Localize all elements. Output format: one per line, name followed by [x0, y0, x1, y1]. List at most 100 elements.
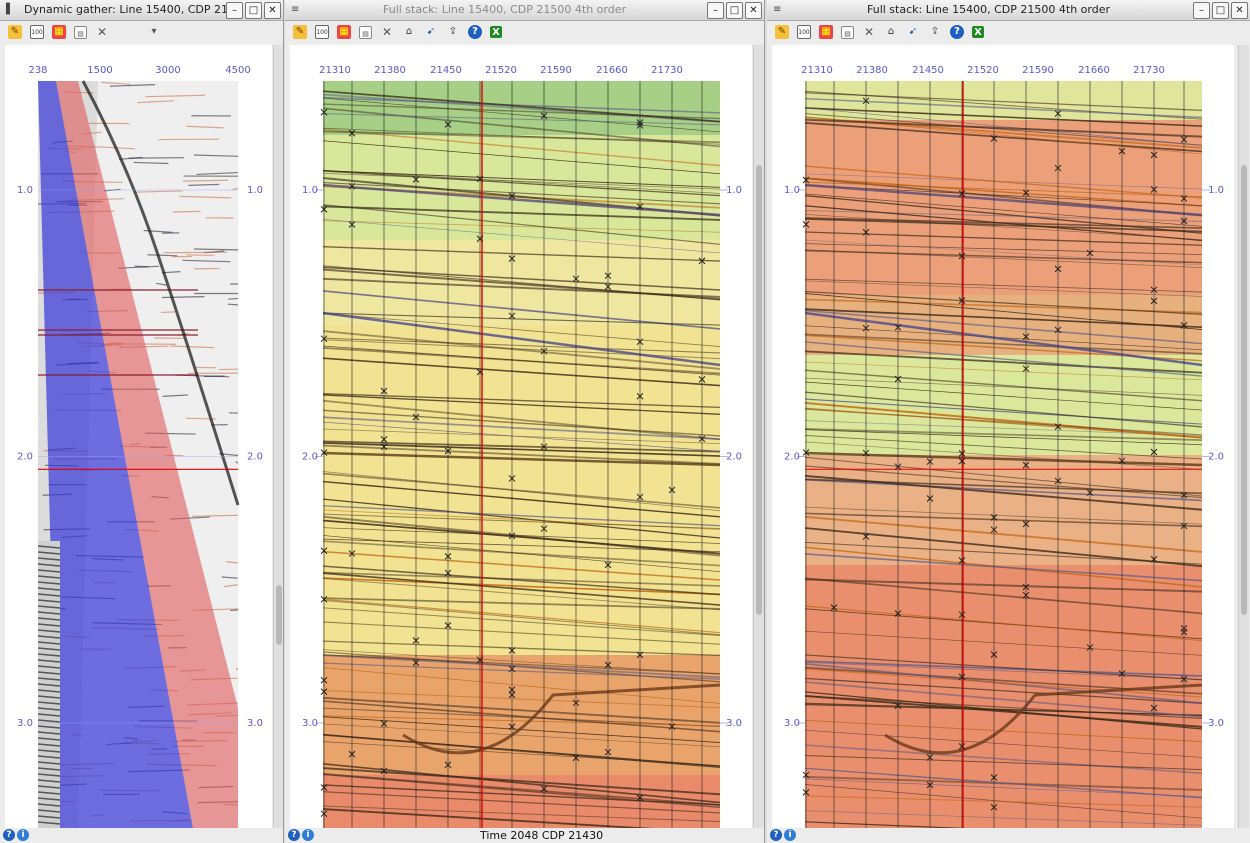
time-label-right: 2.0 — [1208, 452, 1224, 463]
cdp-label: 21590 — [540, 65, 572, 76]
help-icon[interactable]: ? — [3, 829, 15, 841]
gather-window-title: Dynamic gather: Line 15400, CDP 21500 — [24, 3, 227, 16]
time-label-left: 3.0 — [302, 718, 318, 729]
gather-time-label-right: 1.0 — [247, 185, 263, 196]
gather-canvas[interactable]: 1.0 1.0 2.0 2.0 3.0 3.0 238 1500 3000 4500 — [5, 45, 272, 828]
cdp-label: 21520 — [967, 65, 999, 76]
highlighter-icon[interactable]: ✎ — [293, 25, 307, 39]
cdp-label: 21730 — [1133, 65, 1165, 76]
cdp-label: 21310 — [319, 65, 351, 76]
gather-toolbar: ✎ 100 ▦ ▤ ✕ ▾ — [0, 21, 283, 43]
gather-statusbar: ? i — [0, 828, 283, 843]
maximize-button[interactable]: □ — [245, 2, 262, 19]
pick-icon[interactable]: ➹ — [424, 25, 438, 39]
time-label-right: 2.0 — [726, 452, 742, 463]
cdp-label: 21380 — [856, 65, 888, 76]
stack-left-toolbar: ✎ 100 ▦ ▤ ✕ ⌂ ➹ ⇪ ? X — [285, 21, 764, 43]
home-icon[interactable]: ⌂ — [884, 25, 898, 39]
time-label-left: 2.0 — [784, 452, 800, 463]
stack-left-scrollbar[interactable] — [753, 45, 764, 828]
stack-left-canvas[interactable]: 1.0 1.0 2.0 2.0 3.0 3.0 21310 21380 21450 21520 21… — [290, 45, 752, 834]
gather-scrollbar[interactable] — [273, 45, 283, 828]
time-label-left: 3.0 — [784, 718, 800, 729]
close-button[interactable]: ✕ — [745, 2, 762, 19]
gather-time-label-left: 1.0 — [17, 185, 33, 196]
gather-titlebar[interactable]: ▌ Dynamic gather: Line 15400, CDP 21500 … — [0, 0, 283, 21]
gather-time-label-right: 2.0 — [247, 452, 263, 463]
color-palette-icon[interactable]: ▦ — [337, 25, 351, 39]
gather-time-label-left: 2.0 — [17, 452, 33, 463]
time-label-left: 2.0 — [302, 452, 318, 463]
highlighter-icon[interactable]: ✎ — [775, 25, 789, 39]
window-menu-icon[interactable]: ≡ — [291, 4, 299, 15]
gather-offset-label: 3000 — [155, 65, 180, 76]
export-icon[interactable]: ⇪ — [928, 25, 942, 39]
time-label-right: 1.0 — [726, 185, 742, 196]
stack-right-scrollbar[interactable] — [1238, 45, 1249, 828]
export-icon[interactable]: ⇪ — [446, 25, 460, 39]
help-icon[interactable]: ? — [288, 829, 300, 841]
help-icon[interactable]: ? — [468, 25, 482, 39]
help-icon[interactable]: ? — [770, 829, 782, 841]
pick-icon[interactable]: ➹ — [906, 25, 920, 39]
time-label-right: 3.0 — [726, 718, 742, 729]
stack-right-plot[interactable]: 1.0 1.0 2.0 2.0 3.0 3.0 21310 21380 21450 21520 21… — [772, 45, 1234, 840]
gather-trace-streak — [230, 609, 239, 612]
zoom-icon[interactable]: 100 — [797, 25, 811, 39]
cdp-label: 21310 — [801, 65, 833, 76]
minimize-button[interactable]: – — [1193, 2, 1210, 19]
window-menu-icon[interactable]: ▌ — [6, 4, 14, 15]
stack-left-plot[interactable]: 1.0 1.0 2.0 2.0 3.0 3.0 21310 21380 21450 21520 21… — [290, 45, 752, 834]
time-label-right: 3.0 — [1208, 718, 1224, 729]
excel-icon[interactable]: X — [972, 26, 984, 38]
info-icon[interactable]: i — [784, 829, 796, 841]
maximize-button[interactable]: □ — [726, 2, 743, 19]
gather-window: ▌ Dynamic gather: Line 15400, CDP 21500 … — [0, 0, 284, 843]
stack-left-titlebar[interactable]: ≡ Full stack: Line 15400, CDP 21500 4th … — [285, 0, 764, 21]
gather-time-label-right: 3.0 — [247, 718, 263, 729]
grid-icon[interactable]: ▤ — [74, 25, 87, 39]
stack-left-scroll-thumb[interactable] — [756, 165, 762, 615]
close-button[interactable]: ✕ — [264, 2, 281, 19]
grid-icon[interactable]: ▤ — [841, 25, 854, 39]
time-label-right: 1.0 — [1208, 185, 1224, 196]
info-icon[interactable]: i — [302, 829, 314, 841]
minimize-button[interactable]: – — [226, 2, 243, 19]
gather-time-label-left: 3.0 — [17, 718, 33, 729]
stack-window-right: ≡ Full stack: Line 15400, CDP 21500 4th … — [767, 0, 1250, 843]
highlighter-icon[interactable]: ✎ — [8, 25, 22, 39]
zoom-icon[interactable]: 100 — [30, 25, 44, 39]
gather-trace-streak — [134, 265, 149, 268]
color-palette-icon[interactable]: ▦ — [52, 25, 66, 39]
close-button[interactable]: ✕ — [1231, 2, 1248, 19]
help-icon[interactable]: ? — [950, 25, 964, 39]
time-cdp-readout: Time 2048 CDP 21430 — [480, 829, 604, 842]
gather-offset-label: 1500 — [87, 65, 112, 76]
velocity-band — [805, 120, 1202, 295]
excel-icon[interactable]: X — [490, 26, 502, 38]
grid-icon[interactable]: ▤ — [359, 25, 372, 39]
maximize-button[interactable]: □ — [1212, 2, 1229, 19]
chevron-down-icon[interactable]: ▾ — [147, 25, 161, 39]
zoom-icon[interactable]: 100 — [315, 25, 329, 39]
gather-offset-label: 238 — [28, 65, 47, 76]
gather-offset-label: 4500 — [225, 65, 250, 76]
close-icon[interactable]: ✕ — [862, 25, 876, 39]
time-label-left: 1.0 — [302, 185, 318, 196]
stack-right-toolbar: ✎ 100 ▦ ▤ ✕ ⌂ ➹ ⇪ ? X — [767, 21, 1250, 43]
minimize-button[interactable]: – — [707, 2, 724, 19]
stack-right-scroll-thumb[interactable] — [1241, 165, 1247, 615]
home-icon[interactable]: ⌂ — [402, 25, 416, 39]
close-icon[interactable]: ✕ — [380, 25, 394, 39]
stack-right-canvas[interactable]: 1.0 1.0 2.0 2.0 3.0 3.0 21310 21380 21450 21520 21… — [772, 45, 1234, 840]
info-icon[interactable]: i — [17, 829, 29, 841]
color-palette-icon[interactable]: ▦ — [819, 25, 833, 39]
cdp-label: 21380 — [374, 65, 406, 76]
gather-plot[interactable]: 1.0 1.0 2.0 2.0 3.0 3.0 238 1500 3000 4500 — [5, 45, 272, 828]
stack-right-titlebar[interactable]: ≡ Full stack: Line 15400, CDP 21500 4th … — [767, 0, 1250, 21]
close-icon[interactable]: ✕ — [95, 25, 109, 39]
stack-right-statusbar: ? i — [767, 828, 1250, 843]
cdp-label: 21730 — [651, 65, 683, 76]
gather-scroll-thumb[interactable] — [276, 585, 282, 645]
window-menu-icon[interactable]: ≡ — [773, 4, 781, 15]
